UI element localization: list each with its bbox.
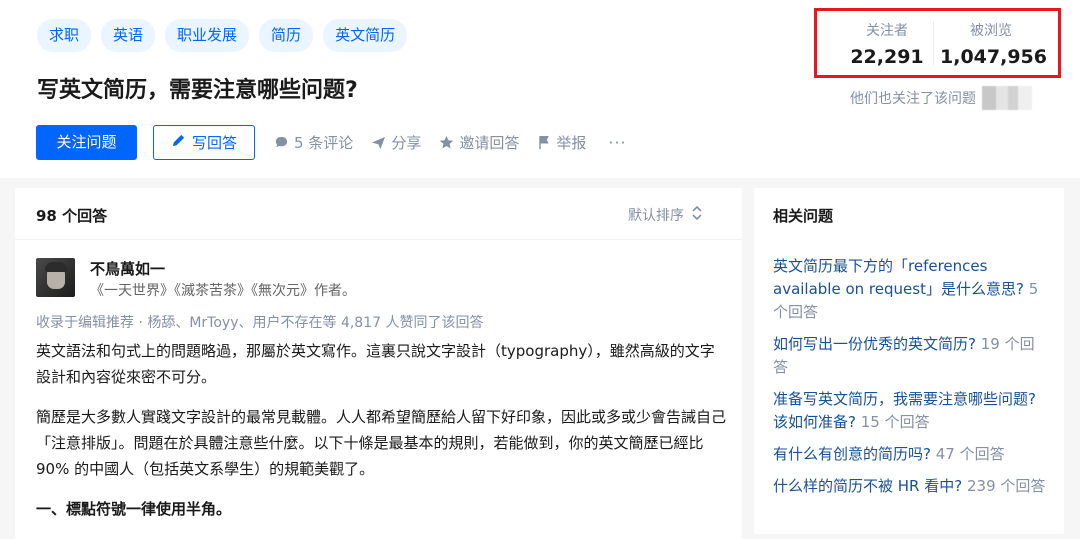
topic-tag[interactable]: 求职: [37, 19, 92, 52]
pencil-icon: [171, 133, 186, 152]
comments-label: 5 条评论: [294, 134, 354, 152]
related-answer-count: 15 个回答: [860, 413, 930, 431]
answers-panel: 98 个回答 默认排序 不鳥萬如一 《一天世界》《滅茶苦茶》《無次元》作者。 收…: [15, 188, 742, 539]
related-questions-card: 相关问题 英文简历最下方的「references available on re…: [754, 188, 1064, 534]
topic-tag[interactable]: 职业发展: [165, 19, 250, 52]
related-question-link[interactable]: 英文简历最下方的「references available on request…: [773, 257, 1024, 298]
answers-count: 98 个回答: [36, 207, 108, 225]
related-question-item[interactable]: 准备写英文简历，我需要注意哪些问题?该如何准备? 15 个回答: [773, 388, 1048, 434]
invite-button[interactable]: 邀请回答: [439, 132, 519, 153]
related-question-link[interactable]: 如何写出一份优秀的英文简历?: [773, 335, 976, 353]
comment-bubble-icon: [274, 135, 289, 150]
report-label: 举报: [556, 134, 587, 152]
sort-dropdown[interactable]: 默认排序: [628, 205, 702, 225]
followers-stat[interactable]: 关注者 22,291: [845, 20, 929, 68]
related-question-link[interactable]: 什么样的简历不被 HR 看中?: [773, 477, 962, 495]
question-stats-box: 关注者 22,291 被浏览 1,047,956: [814, 8, 1061, 78]
share-label: 分享: [391, 134, 422, 152]
comments-button[interactable]: 5 条评论: [274, 132, 353, 153]
followers-label: 关注者: [866, 23, 908, 39]
answer-vote-meta[interactable]: 收录于编辑推荐 · 杨舔、MrToyy、用户不存在等 4,817 人赞同了该回答: [36, 312, 483, 332]
more-options-button[interactable]: ···: [608, 133, 626, 152]
related-question-item[interactable]: 有什么有创意的简历吗? 47 个回答: [773, 443, 1048, 466]
related-answer-count: 47 个回答: [935, 445, 1005, 463]
share-button[interactable]: 分享: [371, 132, 421, 153]
follow-question-button[interactable]: 关注问题: [36, 125, 137, 160]
question-actions: 关注问题 写回答 5 条评论 分享 邀请回答 举报 ···: [36, 125, 627, 160]
author-name[interactable]: 不鳥萬如一: [90, 258, 165, 279]
question-header: 求职 英语 职业发展 简历 英文简历 写英文简历，需要注意哪些问题? 关注问题 …: [0, 0, 1080, 178]
follower-avatars[interactable]: [982, 86, 1032, 110]
author-bio: 《一天世界》《滅茶苦茶》《無次元》作者。: [90, 283, 356, 299]
flag-icon: [537, 135, 551, 150]
invite-label: 邀请回答: [459, 134, 520, 152]
write-answer-label: 写回答: [191, 134, 237, 152]
topic-tag[interactable]: 英语: [101, 19, 156, 52]
question-title: 写英文简历，需要注意哪些问题?: [37, 78, 358, 103]
also-followed-row[interactable]: 他们也关注了该问题: [850, 86, 1032, 110]
related-answer-count: 239 个回答: [966, 477, 1046, 495]
related-question-item[interactable]: 英文简历最下方的「references available on request…: [773, 255, 1048, 324]
related-question-item[interactable]: 如何写出一份优秀的英文简历? 19 个回答: [773, 333, 1048, 379]
answers-header: 98 个回答 默认排序: [15, 188, 742, 240]
report-button[interactable]: 举报: [537, 132, 586, 153]
answer-paragraph: 簡歷是大多數人實踐文字設計的最常見載體。人人都希望簡歷給人留下好印象，因此或多或…: [36, 408, 727, 478]
views-stat: 被浏览 1,047,956: [940, 20, 1047, 68]
related-questions-list: 英文简历最下方的「references available on request…: [773, 255, 1048, 507]
answer-content: 英文語法和句式上的問題略過，那屬於英文寫作。這裏只說文字設計（typograph…: [36, 338, 726, 536]
topic-tags: 求职 英语 职业发展 简历 英文简历: [37, 19, 408, 52]
sort-toggle-icon: [692, 205, 702, 224]
stats-divider: [933, 21, 934, 65]
share-arrow-icon: [371, 135, 386, 150]
avatar[interactable]: [36, 258, 75, 297]
views-label: 被浏览: [970, 23, 1012, 39]
star-icon: [439, 135, 454, 150]
topic-tag[interactable]: 英文简历: [323, 19, 408, 52]
answer-paragraph: 英文語法和句式上的問題略過，那屬於英文寫作。這裏只說文字設計（typograph…: [36, 342, 715, 386]
also-followed-label: 他们也关注了该问题: [850, 91, 976, 107]
topic-tag[interactable]: 简历: [259, 19, 314, 52]
related-question-link[interactable]: 有什么有创意的简历吗?: [773, 445, 931, 463]
followers-count: 22,291: [850, 46, 924, 68]
answer-heading: 一、標點符號一律使用半角。: [36, 500, 232, 518]
related-question-item[interactable]: 什么样的简历不被 HR 看中? 239 个回答: [773, 475, 1048, 498]
write-answer-button[interactable]: 写回答: [153, 125, 255, 160]
views-count: 1,047,956: [940, 46, 1047, 68]
related-questions-title: 相关问题: [773, 207, 834, 225]
sort-label: 默认排序: [628, 208, 684, 224]
